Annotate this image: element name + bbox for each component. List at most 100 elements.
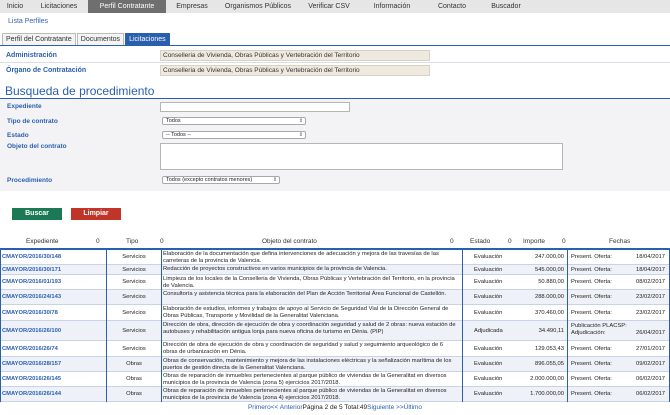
objeto-cell: Limpieza de los locales de la Conselleri… bbox=[163, 276, 455, 289]
expediente-link[interactable]: CMAYOR/2016/26/145 bbox=[2, 376, 61, 383]
select-arrow-icon: ⇕ bbox=[298, 118, 303, 124]
fecha-label: Publicación PLACSP: bbox=[571, 323, 627, 329]
table-row[interactable]: CMAYOR/2016/26/100 Servicios Dirección de … bbox=[0, 321, 670, 341]
results-table-header: Expediente 0 Tipo 0 Objeto del contrato … bbox=[0, 234, 670, 248]
expediente-link[interactable]: CMAYOR/2016/30/78 bbox=[2, 310, 58, 317]
tab-2[interactable]: Licitaciones bbox=[125, 33, 170, 45]
expediente-link[interactable]: CMAYOR/2016/28/157 bbox=[2, 361, 61, 368]
importe-cell: 129.053,43 bbox=[534, 346, 564, 352]
tipo-contrato-label: Tipo de contrato bbox=[7, 118, 58, 125]
expediente-link[interactable]: CMAYOR/2016/26/100 bbox=[2, 328, 61, 335]
limpiar-button[interactable]: Limpiar bbox=[71, 208, 121, 220]
administracion-value: Conselleria de Vivienda, Obras Públicas … bbox=[160, 50, 430, 61]
administracion-label: Administración bbox=[6, 52, 57, 59]
fecha-value: 23/02/2017 bbox=[636, 310, 666, 316]
tipo-cell: Obras bbox=[126, 361, 142, 367]
sort-estado[interactable]: 0 bbox=[508, 238, 512, 245]
objeto-cell: Obras de reparación de inmuebles pertene… bbox=[163, 388, 447, 401]
lista-perfiles-link[interactable]: Lista Perfiles bbox=[8, 18, 48, 25]
fecha-value: 18/04/2017 bbox=[636, 267, 666, 273]
fecha-label: Present. Oferta: bbox=[571, 279, 612, 285]
pagination: Primero<< AnteriorPágina 2 de 5 Total:49… bbox=[0, 404, 670, 411]
tipo-cell: Servicios bbox=[122, 346, 146, 352]
table-row[interactable]: CMAYOR/2016/26/74 Servicios Dirección de o… bbox=[0, 341, 670, 357]
estado-cell: Evaluación bbox=[474, 267, 503, 273]
objeto-cell: Obras de conservación, mantenimiento y m… bbox=[163, 358, 452, 371]
fecha-label: Present. Oferta: bbox=[571, 310, 612, 316]
header-estado[interactable]: Estado bbox=[470, 238, 490, 245]
table-row[interactable]: CMAYOR/2016/01/193 Servicios Limpieza de l… bbox=[0, 275, 670, 290]
nav-item-4[interactable]: Organismos Públicos bbox=[218, 0, 298, 13]
table-row[interactable]: CMAYOR/2016/24/143 Servicios Consultoría y… bbox=[0, 290, 670, 305]
expediente-link[interactable]: CMAYOR/2016/26/144 bbox=[2, 391, 61, 398]
estado-cell: Adjudicada bbox=[474, 328, 503, 334]
tipo-contrato-select[interactable]: Todos ⇕ bbox=[162, 117, 306, 125]
expediente-link[interactable]: CMAYOR/2016/30/148 bbox=[2, 254, 61, 261]
table-row[interactable]: CMAYOR/2016/26/145 Obras Obras de reparaci… bbox=[0, 372, 670, 387]
importe-cell: 896.055,05 bbox=[534, 361, 564, 367]
importe-cell: 370.460,00 bbox=[534, 310, 564, 316]
table-row[interactable]: CMAYOR/2016/30/171 Servicios Redacción de … bbox=[0, 265, 670, 275]
tab-underline bbox=[0, 45, 670, 46]
estado-cell: Evaluación bbox=[474, 294, 503, 300]
tipo-cell: Obras bbox=[126, 391, 142, 397]
pager-first-link[interactable]: Primero bbox=[248, 404, 271, 411]
pager-last-link[interactable]: Último bbox=[404, 404, 422, 411]
expediente-input[interactable] bbox=[160, 102, 350, 112]
header-tipo[interactable]: Tipo bbox=[126, 238, 138, 245]
expediente-link[interactable]: CMAYOR/2016/26/74 bbox=[2, 346, 58, 353]
nav-item-6[interactable]: Información bbox=[360, 0, 424, 13]
procedimiento-value: Todos (excepto contratos menores) bbox=[166, 177, 253, 183]
nav-item-7[interactable]: Contacto bbox=[424, 0, 480, 13]
pager-prev-link[interactable]: << Anterior bbox=[271, 404, 303, 411]
nav-item-8[interactable]: Buscador bbox=[480, 0, 532, 13]
pager-next-link[interactable]: Siguiente >> bbox=[367, 404, 404, 411]
buscar-button[interactable]: Buscar bbox=[12, 208, 62, 220]
nav-item-3[interactable]: Empresas bbox=[166, 0, 218, 13]
tipo-cell: Obras bbox=[126, 376, 142, 382]
table-row[interactable]: CMAYOR/2016/28/157 Obras Obras de conserva… bbox=[0, 357, 670, 372]
fecha-value: 08/02/2017 bbox=[636, 279, 666, 285]
search-section-title: Busqueda de procedimiento bbox=[5, 84, 155, 98]
select-arrow-icon: ⇕ bbox=[298, 132, 303, 138]
nav-item-0[interactable]: Inicio bbox=[0, 0, 30, 13]
estado-value: -- Todos -- bbox=[166, 132, 191, 138]
tab-1[interactable]: Documentos bbox=[76, 33, 125, 45]
sort-tipo[interactable]: 0 bbox=[160, 238, 164, 245]
column-border bbox=[0, 250, 1, 402]
header-importe[interactable]: Importe bbox=[523, 238, 545, 245]
tipo-cell: Servicios bbox=[122, 310, 146, 316]
importe-cell: 34.490,11 bbox=[538, 328, 564, 334]
procedimiento-select[interactable]: Todos (excepto contratos menores) ⇕ bbox=[162, 176, 280, 184]
organo-row: Órgano de Contratación Conselleria de Vi… bbox=[0, 63, 670, 78]
expediente-link[interactable]: CMAYOR/2016/24/143 bbox=[2, 294, 61, 301]
sort-expediente[interactable]: 0 bbox=[96, 238, 100, 245]
tipo-cell: Servicios bbox=[122, 279, 146, 285]
table-row[interactable]: CMAYOR/2016/30/78 Servicios Elaboración de… bbox=[0, 305, 670, 321]
sort-importe[interactable]: 0 bbox=[562, 238, 566, 245]
header-objeto[interactable]: Objeto del contrato bbox=[262, 238, 317, 245]
column-border bbox=[462, 250, 463, 402]
sort-objeto[interactable]: 0 bbox=[450, 238, 454, 245]
fecha-value: 23/02/2017 bbox=[636, 294, 666, 300]
expediente-link[interactable]: CMAYOR/2016/30/171 bbox=[2, 267, 61, 274]
tipo-contrato-value: Todos bbox=[166, 118, 181, 124]
nav-item-1[interactable]: Licitaciones bbox=[30, 0, 88, 13]
pager-page-info: Página 2 de 5 Total:49 bbox=[302, 404, 368, 411]
estado-select[interactable]: -- Todos -- ⇕ bbox=[162, 131, 306, 139]
objeto-textarea[interactable] bbox=[160, 143, 563, 170]
header-expediente[interactable]: Expediente bbox=[26, 238, 59, 245]
tab-0[interactable]: Perfil del Contratante bbox=[2, 33, 76, 45]
nav-item-5[interactable]: Verificar CSV bbox=[298, 0, 360, 13]
fecha-value: 26/04/2017 bbox=[636, 330, 666, 336]
organo-value: Conselleria de Vivienda, Obras Públicas … bbox=[160, 65, 430, 76]
column-border bbox=[106, 250, 107, 402]
nav-item-2[interactable]: Perfil Contratante bbox=[88, 0, 166, 13]
search-form: Expediente Tipo de contrato Todos ⇕ Esta… bbox=[0, 99, 670, 191]
table-row[interactable]: CMAYOR/2016/30/148 Servicios Elaboración d… bbox=[0, 250, 670, 265]
fecha-label: Present. Oferta: bbox=[571, 254, 612, 260]
table-row[interactable]: CMAYOR/2016/26/144 Obras Obras de reparaci… bbox=[0, 387, 670, 402]
objeto-cell: Obras de reparación de inmuebles pertene… bbox=[163, 373, 447, 386]
expediente-link[interactable]: CMAYOR/2016/01/193 bbox=[2, 279, 61, 286]
estado-label: Estado bbox=[7, 132, 29, 139]
